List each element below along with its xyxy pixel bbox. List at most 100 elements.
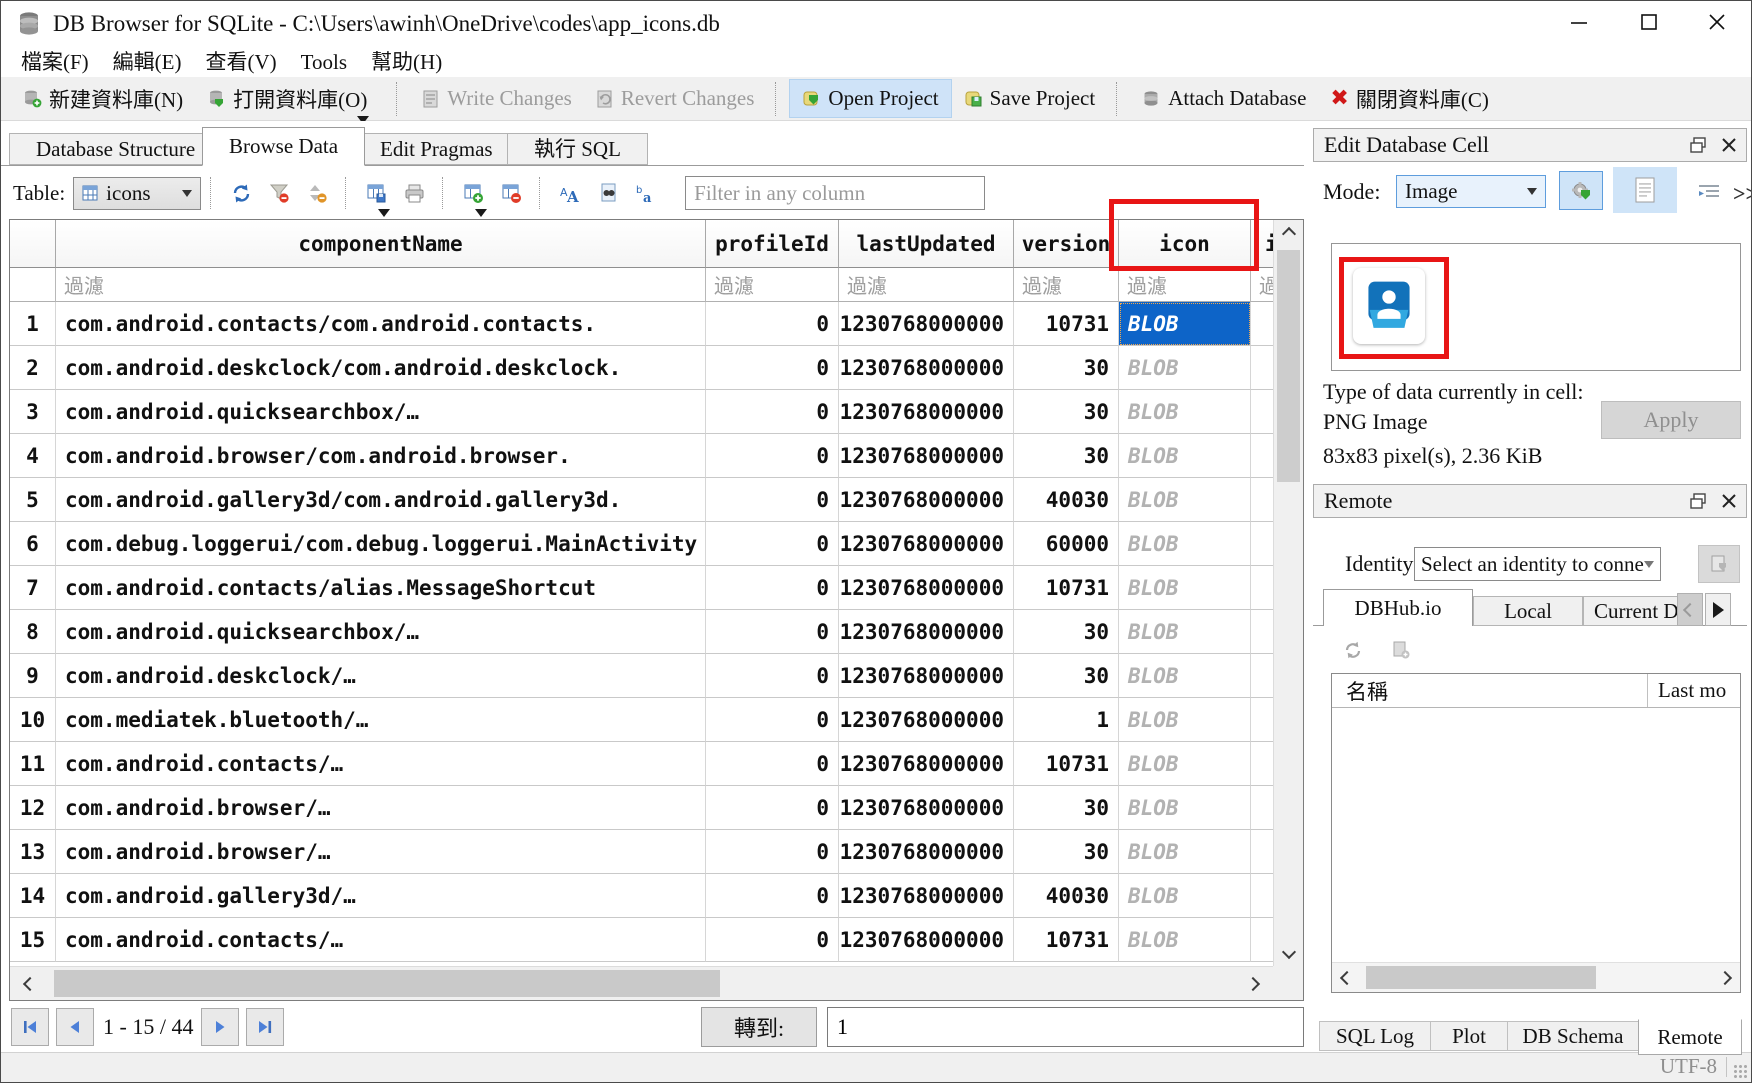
- identity-select[interactable]: Select an identity to conne: [1414, 547, 1661, 581]
- cell-ver[interactable]: 40030: [1014, 874, 1119, 918]
- last-record-button[interactable]: [246, 1008, 284, 1046]
- revert-changes-button[interactable]: Revert Changes: [584, 80, 767, 117]
- close-database-button[interactable]: ✖ 關閉資料庫(C): [1318, 78, 1500, 120]
- row-number[interactable]: 4: [10, 434, 56, 478]
- cell-name[interactable]: com.android.contacts/com.android.contact…: [56, 302, 706, 346]
- cell-name[interactable]: com.android.deskclock/com.android.deskcl…: [56, 346, 706, 390]
- cell-icon[interactable]: BLOB: [1119, 434, 1251, 478]
- cell-ver[interactable]: 30: [1014, 346, 1119, 390]
- cell-lu[interactable]: 1230768000000: [839, 786, 1014, 830]
- remote-upload-button[interactable]: [1385, 635, 1417, 665]
- cell-icon[interactable]: BLOB: [1119, 478, 1251, 522]
- cell-pid[interactable]: 0: [706, 302, 839, 346]
- cell-name[interactable]: com.android.contacts/…: [56, 918, 706, 962]
- row-number[interactable]: 12: [10, 786, 56, 830]
- cell-ver[interactable]: 30: [1014, 786, 1119, 830]
- horizontal-scrollbar[interactable]: [10, 966, 1273, 1000]
- cell-lu[interactable]: 1230768000000: [839, 390, 1014, 434]
- vertical-scrollbar-thumb[interactable]: [1277, 250, 1300, 482]
- cell-name[interactable]: com.android.deskclock/…: [56, 654, 706, 698]
- filter-input-profileid[interactable]: 過濾: [706, 268, 839, 302]
- cell-pid[interactable]: 0: [706, 522, 839, 566]
- filter-input-lastupdated[interactable]: 過濾: [839, 268, 1014, 302]
- row-number[interactable]: 5: [10, 478, 56, 522]
- row-number[interactable]: 11: [10, 742, 56, 786]
- close-dock-icon[interactable]: [1722, 494, 1736, 508]
- cell-pid[interactable]: 0: [706, 918, 839, 962]
- close-button[interactable]: [1693, 1, 1741, 43]
- remote-tab-current-database[interactable]: Current Dat: [1583, 596, 1677, 626]
- tab-database-structure[interactable]: Database Structure: [9, 133, 222, 165]
- remote-tab-dbhub[interactable]: DBHub.io: [1323, 589, 1473, 626]
- cell-pid[interactable]: 0: [706, 698, 839, 742]
- cell-lu[interactable]: 1230768000000: [839, 566, 1014, 610]
- filter-input-icon[interactable]: 過濾: [1119, 268, 1251, 302]
- cell-icon[interactable]: BLOB: [1119, 566, 1251, 610]
- cell-ver[interactable]: 30: [1014, 434, 1119, 478]
- cell-pid[interactable]: 0: [706, 654, 839, 698]
- menu-view[interactable]: 查看(V): [194, 48, 289, 76]
- cell-icon[interactable]: BLOB: [1119, 742, 1251, 786]
- cell-icon[interactable]: BLOB: [1119, 874, 1251, 918]
- float-dock-icon[interactable]: [1690, 493, 1706, 509]
- import-data-button[interactable]: [1559, 171, 1603, 210]
- insert-record-button[interactable]: [455, 175, 491, 211]
- cell-ver[interactable]: 10731: [1014, 302, 1119, 346]
- row-number[interactable]: 3: [10, 390, 56, 434]
- first-record-button[interactable]: [11, 1008, 49, 1046]
- scroll-down-button[interactable]: [1274, 938, 1303, 966]
- save-table-dropdown-arrow[interactable]: [378, 209, 390, 217]
- cell-ver[interactable]: 40030: [1014, 478, 1119, 522]
- column-header-lastupdated[interactable]: lastUpdated: [839, 220, 1014, 268]
- cell-pid[interactable]: 0: [706, 478, 839, 522]
- cell-lu[interactable]: 1230768000000: [839, 874, 1014, 918]
- cell-icon[interactable]: BLOB: [1119, 302, 1251, 346]
- cell-icon[interactable]: BLOB: [1119, 346, 1251, 390]
- row-number[interactable]: 13: [10, 830, 56, 874]
- cell-ver[interactable]: 10731: [1014, 566, 1119, 610]
- open-project-button[interactable]: Open Project: [789, 79, 951, 118]
- scroll-right-button[interactable]: [1233, 967, 1273, 1000]
- cell-pid[interactable]: 0: [706, 830, 839, 874]
- cell-icon[interactable]: BLOB: [1119, 830, 1251, 874]
- cell-name[interactable]: com.debug.loggerui/com.debug.loggerui.Ma…: [56, 522, 706, 566]
- menu-edit[interactable]: 編輯(E): [101, 48, 194, 76]
- previous-record-button[interactable]: [56, 1008, 94, 1046]
- menu-tools[interactable]: Tools: [289, 48, 359, 76]
- row-number[interactable]: 15: [10, 918, 56, 962]
- cell-icon[interactable]: BLOB: [1119, 698, 1251, 742]
- cell-name[interactable]: com.android.quicksearchbox/…: [56, 390, 706, 434]
- cell-name[interactable]: com.android.contacts/…: [56, 742, 706, 786]
- remote-list-scrollbar[interactable]: [1332, 962, 1740, 992]
- refresh-button[interactable]: [223, 175, 259, 211]
- encoding-status[interactable]: UTF-8: [1660, 1054, 1717, 1079]
- scroll-right-button[interactable]: [1710, 963, 1740, 992]
- clear-filters-button[interactable]: [261, 175, 297, 211]
- dock-tab-remote[interactable]: Remote: [1638, 1019, 1742, 1055]
- scrollbar-thumb[interactable]: [1366, 966, 1596, 989]
- print-button[interactable]: [396, 175, 432, 211]
- cell-ver[interactable]: 30: [1014, 654, 1119, 698]
- font-button[interactable]: AA: [552, 175, 588, 211]
- cell-lu[interactable]: 1230768000000: [839, 302, 1014, 346]
- cell-pid[interactable]: 0: [706, 874, 839, 918]
- cell-pid[interactable]: 0: [706, 786, 839, 830]
- row-number[interactable]: 9: [10, 654, 56, 698]
- row-number[interactable]: 8: [10, 610, 56, 654]
- cell-pid[interactable]: 0: [706, 610, 839, 654]
- minimize-button[interactable]: [1555, 1, 1603, 43]
- save-table-button[interactable]: [358, 175, 394, 211]
- column-header-componentname[interactable]: componentName: [56, 220, 706, 268]
- clone-database-button[interactable]: [1698, 545, 1740, 583]
- dock-tab-plot[interactable]: Plot: [1430, 1021, 1508, 1051]
- cell-lu[interactable]: 1230768000000: [839, 742, 1014, 786]
- vertical-scrollbar[interactable]: [1273, 220, 1303, 966]
- dock-tab-sql-log[interactable]: SQL Log: [1319, 1021, 1431, 1051]
- cell-lu[interactable]: 1230768000000: [839, 434, 1014, 478]
- row-number[interactable]: 14: [10, 874, 56, 918]
- cell-name[interactable]: com.android.browser/com.android.browser.: [56, 434, 706, 478]
- cell-lu[interactable]: 1230768000000: [839, 830, 1014, 874]
- close-dock-icon[interactable]: [1722, 138, 1736, 152]
- scroll-left-button[interactable]: [10, 967, 50, 1000]
- tab-execute-sql[interactable]: 執行 SQL: [507, 133, 648, 165]
